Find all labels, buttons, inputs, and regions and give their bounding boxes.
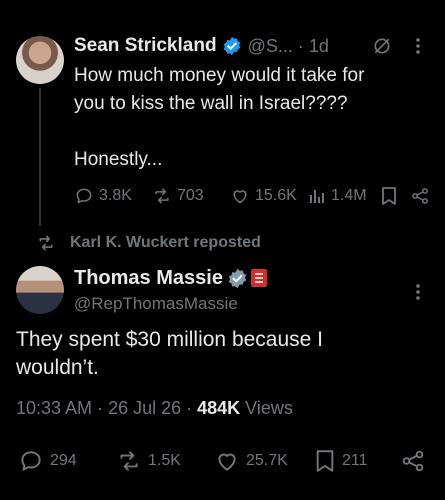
like-icon: [230, 186, 250, 206]
reply-button[interactable]: 3.8K: [74, 184, 132, 208]
like-button[interactable]: 25.7K: [214, 448, 288, 474]
reply-icon: [18, 448, 44, 474]
tweet1-text-line1: How much money would it take for: [74, 65, 365, 86]
reply-count: 294: [50, 452, 77, 469]
more-icon[interactable]: [414, 36, 422, 56]
share-button[interactable]: [400, 448, 426, 474]
post-date[interactable]: 26 Jul 26: [108, 398, 181, 419]
bookmark-icon: [314, 448, 336, 474]
bookmark-button[interactable]: 211: [314, 448, 368, 474]
repost-icon: [152, 186, 172, 206]
share-icon: [400, 448, 426, 474]
share-button[interactable]: [410, 184, 430, 208]
tweet2-text-line1: They spent $30 million because I: [16, 328, 324, 351]
repost-button[interactable]: 703: [152, 184, 204, 208]
tweet1-header: Sean Strickland @S... · 1d: [74, 34, 329, 58]
post-time[interactable]: 1d: [309, 36, 329, 57]
tweet2-text: They spent $30 million because I wouldn’…: [16, 326, 426, 382]
repost-button[interactable]: 1.5K: [116, 448, 181, 474]
author-handle[interactable]: @RepThomasMassie: [74, 294, 238, 314]
share-icon: [410, 186, 430, 206]
bookmark-icon: [380, 186, 398, 206]
repost-banner: Karl K. Wuckert reposted: [36, 232, 261, 254]
reply-count: 3.8K: [99, 187, 132, 204]
like-count: 15.6K: [255, 187, 297, 204]
verified-badge-icon: [227, 268, 248, 289]
tweet1-text-line2: you to kiss the wall in Israel????: [74, 93, 348, 114]
views-icon: [308, 186, 326, 206]
post-time[interactable]: 10:33 AM: [16, 398, 92, 419]
verified-badge-icon: [222, 36, 242, 56]
repost-icon: [116, 448, 142, 474]
tweet2-text-line2: wouldn’t.: [16, 356, 99, 379]
like-count: 25.7K: [246, 452, 288, 469]
bookmark-count: 211: [342, 452, 368, 469]
views-count: 1.4M: [331, 187, 367, 204]
views-label: Views: [245, 398, 293, 418]
author-name[interactable]: Thomas Massie: [74, 267, 223, 290]
repost-banner-text[interactable]: Karl K. Wuckert reposted: [70, 234, 261, 252]
reply-button[interactable]: 294: [18, 448, 77, 474]
views-count[interactable]: 484K: [197, 398, 240, 419]
tweet1-text-line3: Honestly...: [74, 149, 163, 170]
author-handle[interactable]: @S...: [248, 36, 293, 57]
tweet2-meta: 10:33 AM · 26 Jul 26 · 484K Views: [16, 398, 293, 419]
repost-icon: [36, 234, 56, 252]
separator-dot: ·: [97, 398, 104, 418]
avatar-sean-strickland[interactable]: [16, 36, 64, 84]
tweet2-header: Thomas Massie: [74, 266, 268, 290]
repost-count: 703: [177, 187, 204, 204]
avatar-thomas-massie[interactable]: [16, 266, 64, 314]
reply-icon: [74, 186, 94, 206]
repost-count: 1.5K: [148, 452, 181, 469]
separator-dot: ·: [297, 35, 304, 56]
bookmark-button[interactable]: [380, 184, 398, 208]
like-icon: [214, 448, 240, 474]
more-icon[interactable]: [414, 282, 422, 302]
separator-dot: ·: [186, 398, 193, 418]
grok-icon[interactable]: [372, 36, 392, 56]
government-flag-icon: [250, 268, 268, 288]
views-button[interactable]: 1.4M: [308, 184, 367, 208]
thread-line: [39, 88, 41, 226]
like-button[interactable]: 15.6K: [230, 184, 297, 208]
author-name[interactable]: Sean Strickland: [74, 35, 217, 57]
